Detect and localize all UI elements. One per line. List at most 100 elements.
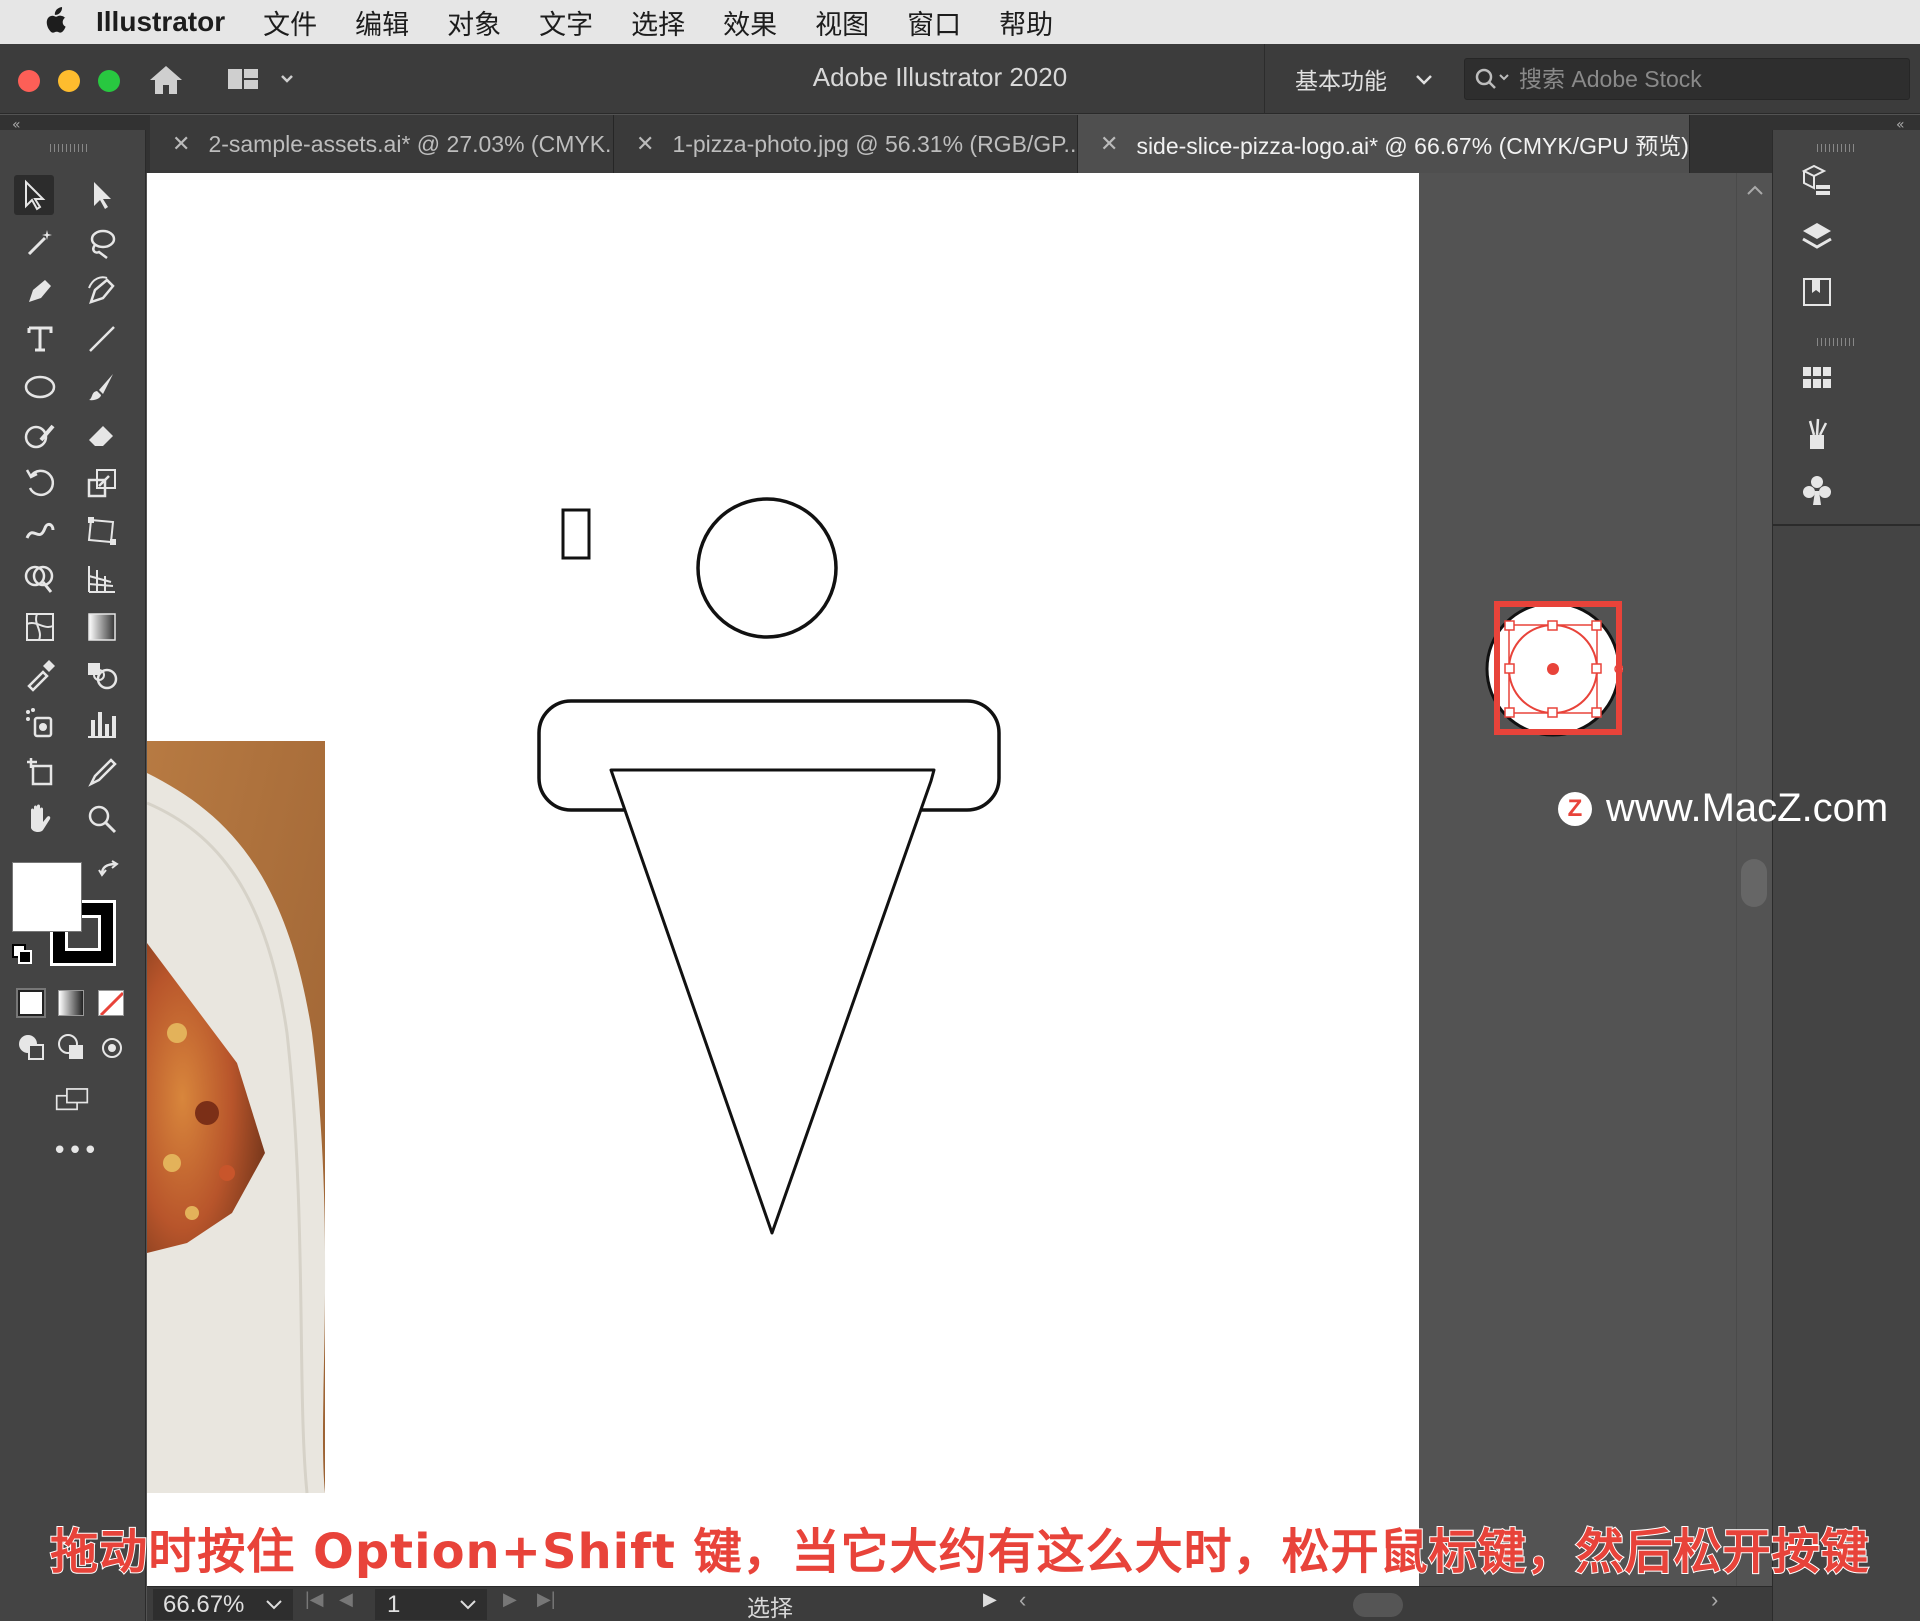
layers-icon[interactable] <box>1797 216 1837 256</box>
properties-icon[interactable] <box>1797 272 1837 312</box>
curvature-tool-icon[interactable] <box>82 271 122 311</box>
line-segment-tool-icon[interactable] <box>82 319 122 359</box>
scroll-thumb[interactable] <box>1741 859 1767 907</box>
none-mode-icon[interactable] <box>98 990 124 1016</box>
vertical-scrollbar[interactable] <box>1736 173 1772 1591</box>
mesh-tool-icon[interactable] <box>20 607 60 647</box>
slice-tool-icon[interactable] <box>82 751 122 791</box>
swatches-icon[interactable] <box>1797 358 1837 398</box>
symbols-icon[interactable] <box>1797 470 1837 510</box>
direct-selection-tool-icon[interactable] <box>82 175 122 215</box>
draw-normal-icon[interactable] <box>12 1030 52 1066</box>
shape-builder-tool-icon[interactable] <box>20 559 60 599</box>
menu-select[interactable]: 选择 <box>631 3 685 42</box>
first-artboard-icon[interactable]: |◀ <box>305 1589 324 1610</box>
lasso-tool-icon[interactable] <box>82 223 122 263</box>
draw-inside-icon[interactable] <box>92 1030 132 1066</box>
stock-search-field[interactable] <box>1464 58 1910 100</box>
draw-behind-icon[interactable] <box>52 1030 92 1066</box>
close-tab-icon[interactable]: ✕ <box>636 131 654 157</box>
close-tab-icon[interactable]: ✕ <box>172 131 190 157</box>
menu-type[interactable]: 文字 <box>539 3 593 42</box>
panel-grip[interactable] <box>50 144 90 152</box>
next-artboard-icon[interactable]: ▶ <box>503 1589 517 1610</box>
tab-sample-assets[interactable]: ✕ 2-sample-assets.ai* @ 27.03% (CMYK... <box>150 115 614 173</box>
pizza-photo[interactable] <box>147 741 326 1494</box>
fill-swatch[interactable] <box>12 862 82 932</box>
macz-logo-icon: Z <box>1558 791 1592 826</box>
warp-tool-icon[interactable] <box>20 511 60 551</box>
status-menu-icon[interactable]: ▶ <box>983 1589 997 1610</box>
artboard-chevron-down-icon[interactable] <box>459 1599 477 1611</box>
pen-tool-icon[interactable] <box>20 271 60 311</box>
column-graph-tool-icon[interactable] <box>82 703 122 743</box>
zoom-window-button[interactable] <box>98 70 120 92</box>
color-mode-icon[interactable] <box>18 990 44 1016</box>
paintbrush-tool-icon[interactable] <box>82 367 122 407</box>
free-transform-tool-icon[interactable] <box>82 511 122 551</box>
menu-effect[interactable]: 效果 <box>723 3 777 42</box>
apple-icon[interactable] <box>42 7 72 37</box>
menu-help[interactable]: 帮助 <box>999 3 1053 42</box>
prev-artboard-icon[interactable]: ◀ <box>339 1589 353 1610</box>
menu-window[interactable]: 窗口 <box>907 3 961 42</box>
edit-toolbar-button[interactable]: ••• <box>52 1136 98 1166</box>
menu-object[interactable]: 对象 <box>447 3 501 42</box>
tab-pizza-logo[interactable]: ✕ side-slice-pizza-logo.ai* @ 66.67% (CM… <box>1078 115 1690 173</box>
menu-edit[interactable]: 编辑 <box>355 3 409 42</box>
eraser-tool-icon[interactable] <box>82 415 122 455</box>
zoom-tool-icon[interactable] <box>82 799 122 839</box>
tab-label: 1-pizza-photo.jpg @ 56.31% (RGB/GP... <box>672 130 1078 157</box>
scroll-left-icon[interactable]: ‹ <box>1019 1587 1026 1613</box>
arrange-documents-icon[interactable] <box>226 64 296 98</box>
chevron-down-icon <box>1415 66 1433 92</box>
document-tabs: « ✕ 2-sample-assets.ai* @ 27.03% (CMYK..… <box>0 115 1920 173</box>
type-tool-icon[interactable] <box>20 319 60 359</box>
scroll-up-icon[interactable] <box>1745 183 1765 197</box>
ellipse-tool-icon[interactable] <box>20 367 60 407</box>
status-bar: 66.67% |◀ ◀ 1 ▶ ▶| 选择 ▶ ‹ › <box>147 1586 1772 1621</box>
panel-grip[interactable] <box>1817 144 1857 152</box>
search-input[interactable] <box>1519 65 1879 93</box>
perspective-grid-tool-icon[interactable] <box>82 559 122 599</box>
tutorial-caption: 拖动时按住 Option+Shift 键，当它大约有这么大时，松开鼠标键，然后松… <box>49 1523 1870 1581</box>
horizontal-scroll-thumb[interactable] <box>1353 1593 1403 1617</box>
app-titlebar: Adobe Illustrator 2020 基本功能 <box>0 44 1920 114</box>
menu-view[interactable]: 视图 <box>815 3 869 42</box>
scale-tool-icon[interactable] <box>82 463 122 503</box>
last-artboard-icon[interactable]: ▶| <box>537 1589 556 1610</box>
workspace-switcher[interactable]: 基本功能 <box>1264 44 1433 114</box>
brushes-icon[interactable] <box>1797 414 1837 454</box>
close-window-button[interactable] <box>18 70 40 92</box>
default-fill-stroke-icon[interactable] <box>12 944 34 966</box>
circle-shape[interactable] <box>696 497 838 639</box>
close-tab-icon[interactable]: ✕ <box>1100 131 1118 157</box>
symbol-sprayer-tool-icon[interactable] <box>20 703 60 743</box>
magic-wand-tool-icon[interactable] <box>20 223 60 263</box>
swap-fill-stroke-icon[interactable] <box>98 860 122 888</box>
canvas-area[interactable] <box>147 173 1736 1591</box>
search-icon <box>1473 66 1513 92</box>
rotate-tool-icon[interactable] <box>20 463 60 503</box>
menu-app-name[interactable]: Illustrator <box>96 6 225 38</box>
eyedropper-tool-icon[interactable] <box>20 655 60 695</box>
menu-file[interactable]: 文件 <box>263 3 317 42</box>
selection-tool-icon[interactable] <box>14 175 54 215</box>
small-rectangle-shape[interactable] <box>561 508 591 560</box>
screen-mode-icon[interactable] <box>48 1080 96 1120</box>
tab-pizza-photo[interactable]: ✕ 1-pizza-photo.jpg @ 56.31% (RGB/GP... <box>614 115 1078 173</box>
panel-grip[interactable] <box>1817 338 1857 346</box>
blend-tool-icon[interactable] <box>82 655 122 695</box>
gradient-mode-icon[interactable] <box>58 990 84 1016</box>
hand-tool-icon[interactable] <box>20 799 60 839</box>
artboard[interactable] <box>147 173 1419 1591</box>
minimize-window-button[interactable] <box>58 70 80 92</box>
scroll-right-icon[interactable]: › <box>1711 1587 1718 1613</box>
gradient-tool-icon[interactable] <box>82 607 122 647</box>
home-icon[interactable] <box>148 64 184 100</box>
artboard-tool-icon[interactable] <box>20 751 60 791</box>
libraries-icon[interactable] <box>1797 160 1837 200</box>
shaper-tool-icon[interactable] <box>20 415 60 455</box>
zoom-chevron-down-icon[interactable] <box>265 1599 283 1611</box>
triangle-slice-shape[interactable] <box>609 768 936 1235</box>
